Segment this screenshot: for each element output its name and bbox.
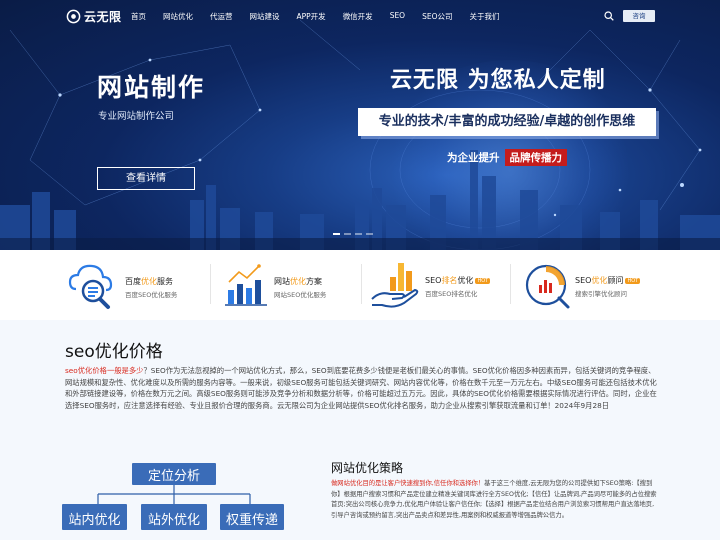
search-icon[interactable] [604,11,614,21]
service-title: SEO优化顾问 HOT [575,276,641,285]
nav-item-home[interactable]: 首页 [131,11,146,22]
service-item-site-optimization-plan[interactable]: 网站优化方案 网站SEO优化服务 [211,250,361,320]
tagline-highlight: 品牌传播力 [504,149,567,166]
hand-chart-icon [371,263,419,308]
diagram-label-top: 定位分析 [147,469,200,484]
carousel-dot-4[interactable] [366,233,373,235]
nav-item-site-optimization[interactable]: 网站优化 [163,11,193,22]
nav-item-site-building[interactable]: 网站建设 [250,11,280,22]
hero-banner: 云无限 首页 网站优化 代运营 网站建设 APP开发 微信开发 SEO SEO公… [0,0,720,250]
strategy-body: 做网站优化目的是让客户快速搜到你,信任你和选择你！基于这三个维度,云无限为您的公… [331,480,657,519]
cloud-logo-icon [66,9,81,24]
service-description: 百度SEO优化服务 [125,291,178,299]
cloud-search-icon [68,264,113,309]
carousel-indicators [333,233,373,235]
carousel-dot-1[interactable] [333,233,340,235]
hero-slogan: 云无限 为您私人定制 [390,68,606,93]
service-description: 网站SEO优化服务 [274,291,327,299]
service-item-baidu-optimization[interactable]: 百度优化服务 百度SEO优化服务 [0,250,210,320]
strategy-title: 网站优化策略 [331,461,404,475]
nav-item-about[interactable]: 关于我们 [470,11,500,22]
services-strip: 百度优化服务 百度SEO优化服务 网站优化方案 网站SEO优化服务 SEO排名优… [0,250,720,320]
diagram-label-left: 站内优化 [68,513,121,528]
service-item-seo-ranking[interactable]: SEO排名优化 HOT 百度SEO排名优化 [362,250,510,320]
hero-title: 网站制作 [97,73,206,102]
bar-chart-icon [225,264,267,306]
nav-item-app-development[interactable]: APP开发 [297,11,326,22]
nav-item-seo-company[interactable]: SEO公司 [422,11,452,22]
article-body: seo优化价格一般是多少？SEO作为无法忽视掉的一个网站优化方式，那么，SEO到… [65,366,657,410]
nav-item-seo[interactable]: SEO [390,11,405,22]
nav-item-operation[interactable]: 代运营 [210,11,233,22]
service-description: 搜索引擎优化顾问 [575,290,627,298]
article-lead[interactable]: seo优化价格一般是多少 [65,366,143,375]
view-details-button[interactable]: 查看详情 [97,167,195,190]
consult-button[interactable]: 咨询 [623,10,655,22]
carousel-dot-2[interactable] [344,233,351,235]
tagline-text: 为企业提升 [447,152,500,164]
service-item-seo-consultant[interactable]: SEO优化顾问 HOT 搜索引擎优化顾问 [511,250,661,320]
hero-subtitle: 专业网站制作公司 [98,111,175,122]
top-navigation: 云无限 首页 网站优化 代运营 网站建设 APP开发 微信开发 SEO SEO公… [0,0,720,32]
article-section: seo优化价格 seo优化价格一般是多少？SEO作为无法忽视掉的一个网站优化方式… [0,320,720,540]
service-title: 网站优化方案 [274,277,322,286]
nav-menu: 首页 网站优化 代运营 网站建设 APP开发 微信开发 SEO SEO公司 关于… [131,11,517,22]
site-logo[interactable]: 云无限 [66,8,122,25]
hero-tagline: 为企业提升 品牌传播力 [447,149,567,166]
strategy-lead: 做网站优化目的是让客户快速搜到你,信任你和选择你！ [331,480,485,487]
service-title: 百度优化服务 [125,277,173,286]
hero-feature-box: 专业的技术/丰富的成功经验/卓越的创作思维 [358,108,656,136]
logo-text: 云无限 [84,10,122,24]
article-title: seo优化价格 [65,342,163,362]
diagram-label-mid: 站外优化 [147,513,200,528]
service-title: SEO排名优化 HOT [425,276,491,285]
nav-item-wechat-development[interactable]: 微信开发 [343,11,373,22]
gauge-chart-icon [525,264,570,309]
carousel-dot-3[interactable] [355,233,362,235]
service-description: 百度SEO排名优化 [425,290,478,298]
hot-badge: HOT [625,278,641,284]
hot-badge: HOT [475,278,491,284]
diagram-label-right: 权重传递 [225,513,278,528]
